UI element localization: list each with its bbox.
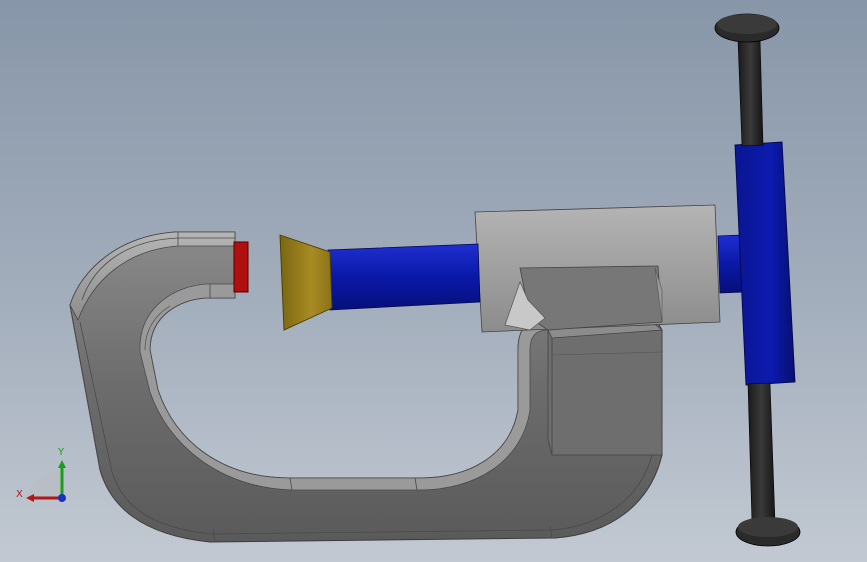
z-axis-dot [58,494,66,502]
handle-hub[interactable] [734,141,796,386]
graphics-viewport[interactable]: X Y [0,0,867,562]
c-frame-upright [547,321,663,456]
y-axis-label: Y [57,447,65,458]
screw-housing[interactable] [474,204,721,333]
fixed-jaw-pad[interactable] [233,241,249,293]
x-axis-label: X [16,489,23,500]
swivel-tip[interactable] [279,234,333,331]
c-clamp-model[interactable]: X Y [0,0,867,562]
reference-triad: X Y [16,447,66,502]
